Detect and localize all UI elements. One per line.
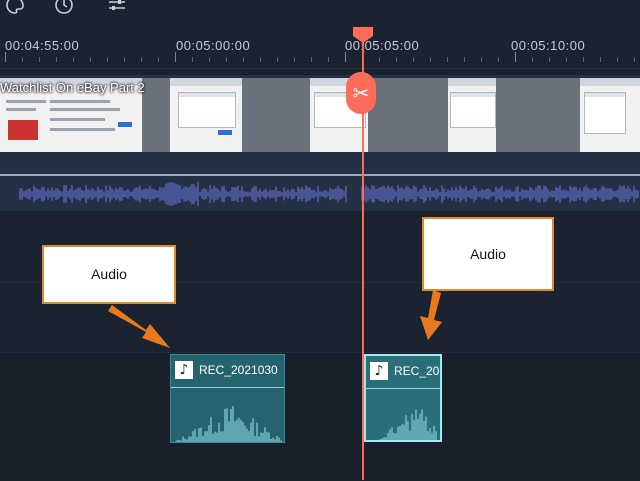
callout-arrows — [108, 290, 442, 348]
callout-arrow — [108, 305, 170, 348]
playhead-handle[interactable] — [353, 27, 373, 43]
callout-arrow — [420, 290, 442, 340]
scissors-icon[interactable]: ✂ — [346, 72, 376, 114]
